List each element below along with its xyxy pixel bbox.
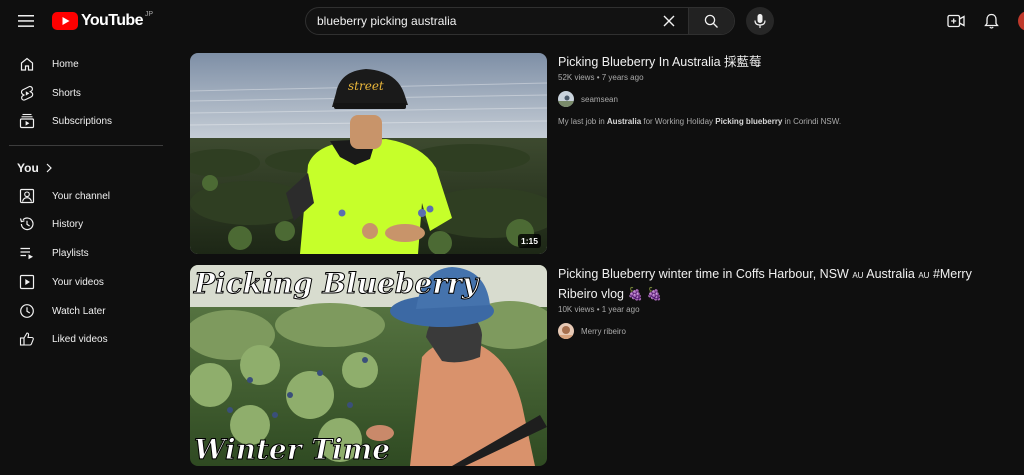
sidebar-item-your-channel[interactable]: Your channel [9,182,163,210]
chevron-right-icon [46,163,52,173]
sidebar-item-label: Home [52,58,79,70]
video-description: My last job in Australia for Working Hol… [558,117,1008,126]
sidebar-item-liked-videos[interactable]: Liked videos [9,325,163,353]
sidebar-item-label: Your videos [52,276,104,288]
video-info: Picking Blueberry winter time in Coffs H… [558,265,1008,339]
thumbnail-caption-bottom: Winter Time [194,433,390,466]
subscriptions-icon [18,112,36,130]
video-result: street 1:15 Picking Blueberry In Austral… [190,53,1010,254]
clear-search-icon[interactable] [656,8,682,34]
notifications-icon[interactable] [980,10,1002,32]
title-part: Australia [863,267,919,281]
sidebar-item-label: Liked videos [52,333,108,345]
playlists-icon [18,244,36,262]
desc-highlight: Picking blueberry [715,117,783,126]
search-icon [704,14,718,28]
microphone-icon [754,14,766,28]
sidebar-item-label: Playlists [52,247,89,259]
home-icon [18,55,36,73]
your-videos-icon [18,273,36,291]
sidebar-item-label: Shorts [52,87,81,99]
sidebar-item-label: Subscriptions [52,115,113,127]
top-bar: YouTube JP [0,0,1024,42]
sidebar-you-header[interactable]: You [17,160,52,176]
youtube-play-icon [52,12,78,30]
video-thumbnail[interactable]: street 1:15 [190,53,547,254]
svg-text:street: street [348,79,384,93]
channel-name: Merry ribeiro [581,326,626,336]
your-channel-icon [18,187,36,205]
sidebar-item-subscriptions[interactable]: Subscriptions [9,107,163,135]
watch-later-icon [18,302,36,320]
video-result: Picking Blueberry Winter Time Picking Bl… [190,265,1010,466]
view-count: 52K views [558,73,595,82]
video-duration: 1:15 [517,234,541,248]
sidebar: Home Shorts Subscriptions You Your chann… [0,42,170,475]
title-part: Picking Blueberry winter time in Coffs H… [558,267,853,281]
video-thumbnail[interactable]: Picking Blueberry Winter Time [190,265,547,466]
sidebar-item-label: Watch Later [52,305,106,317]
video-info: Picking Blueberry In Australia 採藍莓 52K v… [558,53,1008,126]
video-title[interactable]: Picking Blueberry In Australia 採藍莓 [558,53,1008,71]
history-icon [18,215,36,233]
menu-icon[interactable] [14,9,38,33]
sidebar-item-label: History [52,218,84,230]
youtube-logo[interactable]: YouTube JP [52,11,153,31]
channel-avatar [558,91,574,107]
desc-text: My last job in [558,117,607,126]
flag-au: AU [918,271,930,280]
sidebar-item-shorts[interactable]: Shorts [9,79,163,107]
sidebar-item-playlists[interactable]: Playlists [9,239,163,267]
view-count: 10K views [558,305,595,314]
sidebar-item-label: Your channel [52,190,111,202]
desc-text: for Working Holiday [641,117,716,126]
thumbnail-caption-top: Picking Blueberry [193,267,480,300]
channel-link[interactable]: Merry ribeiro [558,323,1008,339]
channel-link[interactable]: seamsean [558,91,1008,107]
sidebar-item-watch-later[interactable]: Watch Later [9,297,163,325]
liked-videos-icon [18,330,36,348]
shorts-icon [18,84,36,102]
sidebar-item-home[interactable]: Home [9,50,163,78]
sidebar-item-your-videos[interactable]: Your videos [9,268,163,296]
sidebar-divider [9,145,163,146]
upload-age: 1 year ago [601,305,640,314]
sidebar-item-history[interactable]: History [9,210,163,238]
flag-au: AU [852,271,864,280]
logo-text: YouTube [81,12,143,29]
voice-search-button[interactable] [746,7,774,35]
search-box [305,7,735,35]
channel-avatar [558,323,574,339]
channel-name: seamsean [581,94,618,104]
create-video-icon[interactable] [945,10,967,32]
video-meta: 52K views • 7 years ago [558,73,644,82]
account-avatar[interactable] [1018,11,1024,31]
video-title[interactable]: Picking Blueberry winter time in Coffs H… [558,265,1008,303]
video-meta: 10K views • 1 year ago [558,305,640,314]
search-input[interactable] [306,8,656,34]
you-label: You [17,161,39,175]
search-button[interactable] [688,8,734,34]
logo-region: JP [144,10,154,18]
upload-age: 7 years ago [601,73,644,82]
desc-text: in Corindi NSW. [782,117,842,126]
desc-highlight: Australia [606,117,642,126]
